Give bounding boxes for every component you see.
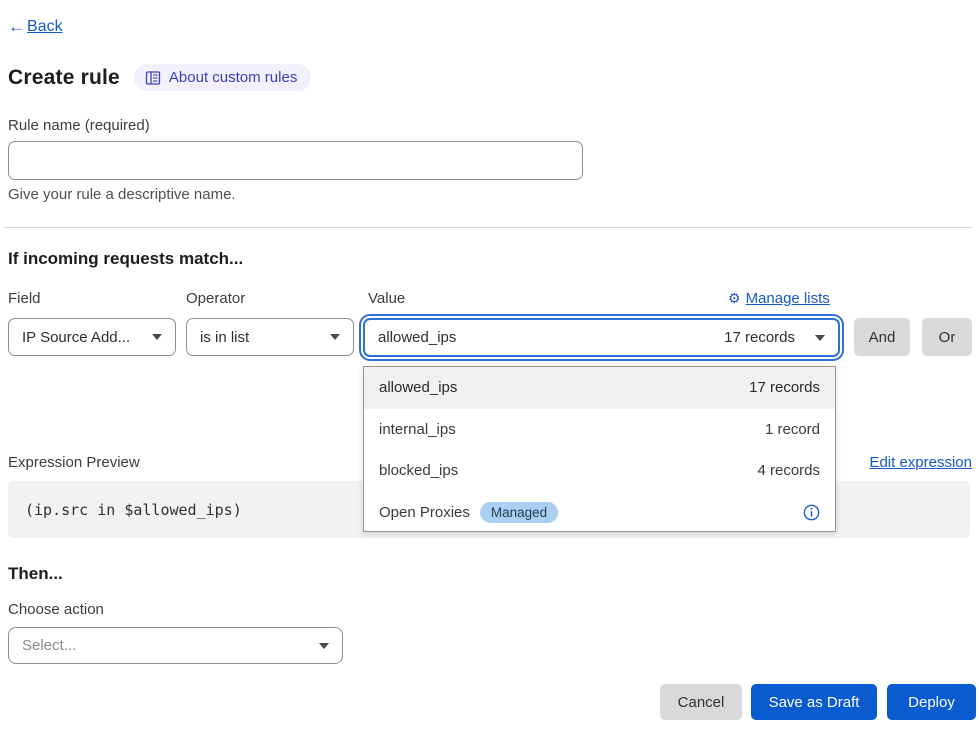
value-select-records: 17 records	[724, 329, 795, 346]
section-divider	[4, 227, 972, 228]
operator-select[interactable]: is in list	[186, 318, 354, 356]
chevron-down-icon	[319, 643, 329, 649]
back-link[interactable]: ←Back	[8, 17, 63, 37]
create-rule-page: ←Back Create rule About custom rules Rul…	[0, 0, 979, 739]
list-item-name: blocked_ips	[379, 462, 458, 479]
list-item-blocked-ips[interactable]: blocked_ips 4 records	[364, 450, 835, 492]
action-select-placeholder: Select...	[22, 637, 76, 654]
edit-expression-link[interactable]: Edit expression	[869, 454, 972, 471]
operator-select-value: is in list	[200, 329, 249, 346]
manage-lists-link[interactable]: ⚙ Manage lists	[728, 290, 840, 307]
list-item-records: 4 records	[757, 462, 820, 479]
value-dropdown-panel: allowed_ips 17 records internal_ips 1 re…	[363, 366, 836, 532]
value-select-name: allowed_ips	[378, 329, 456, 346]
expression-code: (ip.src in $allowed_ips)	[25, 501, 242, 519]
manage-lists-label: Manage lists	[746, 290, 830, 307]
gear-icon: ⚙	[728, 290, 741, 307]
back-arrow-icon: ←	[8, 17, 25, 37]
save-as-draft-button[interactable]: Save as Draft	[751, 684, 877, 720]
list-item-records: 17 records	[749, 379, 820, 396]
field-select-value: IP Source Add...	[22, 329, 130, 346]
or-button[interactable]: Or	[922, 318, 972, 356]
rule-name-label: Rule name (required)	[8, 117, 150, 134]
list-item-allowed-ips[interactable]: allowed_ips 17 records	[364, 367, 835, 409]
action-select[interactable]: Select...	[8, 627, 343, 664]
field-label: Field	[8, 290, 41, 307]
list-item-name: internal_ips	[379, 421, 456, 438]
info-icon[interactable]	[803, 504, 820, 521]
chevron-down-icon	[330, 334, 340, 340]
title-row: Create rule About custom rules	[8, 64, 311, 91]
field-select[interactable]: IP Source Add...	[8, 318, 176, 356]
page-title: Create rule	[8, 66, 120, 90]
back-label: Back	[27, 18, 63, 36]
cancel-button[interactable]: Cancel	[660, 684, 742, 720]
managed-badge: Managed	[480, 502, 558, 523]
then-section-heading: Then...	[8, 564, 63, 584]
value-select[interactable]: allowed_ips 17 records	[363, 318, 840, 357]
list-item-records: 1 record	[765, 421, 820, 438]
and-button[interactable]: And	[854, 318, 910, 356]
chevron-down-icon	[152, 334, 162, 340]
list-item-name: allowed_ips	[379, 379, 457, 396]
choose-action-label: Choose action	[8, 601, 104, 618]
rule-name-input[interactable]	[8, 141, 583, 180]
value-label: Value	[368, 290, 405, 307]
chevron-down-icon	[815, 335, 825, 341]
expression-preview-label: Expression Preview	[8, 454, 140, 471]
about-custom-rules-link[interactable]: About custom rules	[134, 64, 311, 91]
match-section-heading: If incoming requests match...	[8, 249, 243, 269]
book-icon	[145, 70, 161, 86]
list-item-open-proxies[interactable]: Open Proxies Managed	[364, 492, 835, 534]
operator-label: Operator	[186, 290, 245, 307]
list-item-internal-ips[interactable]: internal_ips 1 record	[364, 409, 835, 451]
deploy-button[interactable]: Deploy	[887, 684, 976, 720]
list-item-name: Open Proxies	[379, 504, 470, 521]
rule-name-hint: Give your rule a descriptive name.	[8, 186, 236, 203]
about-badge-label: About custom rules	[169, 69, 297, 86]
